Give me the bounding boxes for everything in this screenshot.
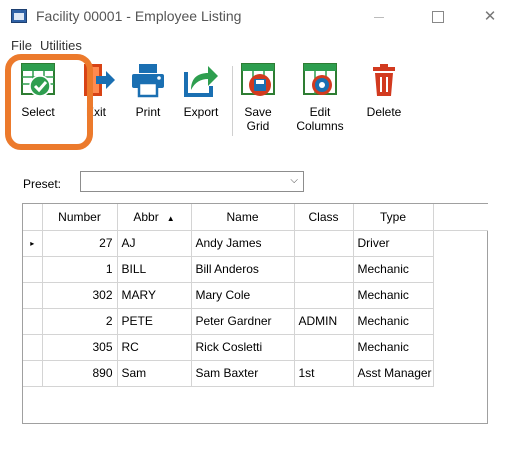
cell-abbr[interactable]: Sam — [117, 360, 192, 387]
cell-abbr[interactable]: RC — [117, 334, 192, 361]
close-button[interactable]: ✕ — [470, 4, 510, 30]
cell-number[interactable]: 305 — [42, 334, 118, 361]
chevron-down-icon: ⌵ — [290, 175, 298, 186]
cell-filler — [433, 256, 488, 282]
cell-name[interactable]: Andy James — [191, 230, 295, 257]
grid-header-row: Number Abbr ▲ Name Class Type — [23, 204, 488, 231]
cell-filler — [433, 282, 488, 308]
row-indicator — [23, 360, 43, 387]
delete-button[interactable]: Delete — [364, 62, 404, 119]
minimize-icon — [374, 16, 384, 18]
cell-number[interactable]: 1 — [42, 256, 118, 283]
cell-class[interactable] — [294, 256, 354, 283]
app-window-icon — [11, 9, 27, 23]
column-header-class[interactable]: Class — [294, 204, 354, 231]
cell-class[interactable] — [294, 282, 354, 309]
save-grid-label-line1: Save — [244, 105, 272, 119]
window-title: Facility 00001 - Employee Listing — [36, 8, 242, 24]
preset-dropdown[interactable]: ⌵ — [80, 171, 304, 192]
export-button[interactable]: Export — [180, 62, 222, 119]
cell-class[interactable]: ADMIN — [294, 308, 354, 335]
toolbar-separator — [232, 66, 233, 136]
export-arrow-icon — [184, 66, 218, 97]
table-row[interactable]: 305 RC Rick Cosletti Mechanic — [23, 334, 488, 361]
edit-columns-label: Edit Columns — [296, 105, 344, 133]
edit-columns-label-line1: Edit — [309, 105, 331, 119]
cell-number[interactable]: 2 — [42, 308, 118, 335]
row-indicator-header — [23, 204, 43, 231]
cell-number[interactable]: 27 — [42, 230, 118, 257]
column-header-name[interactable]: Name — [191, 204, 295, 231]
menu-file[interactable]: File — [11, 38, 32, 53]
column-header-filler — [433, 204, 488, 231]
cell-name[interactable]: Rick Cosletti — [191, 334, 295, 361]
cell-type[interactable]: Mechanic — [353, 308, 434, 335]
employee-grid[interactable]: Number Abbr ▲ Name Class Type ▸ 27 AJ And… — [22, 203, 488, 424]
save-grid-label-line2: Grid — [246, 119, 270, 133]
cell-abbr[interactable]: AJ — [117, 230, 192, 257]
cell-type[interactable]: Mechanic — [353, 334, 434, 361]
row-indicator — [23, 256, 43, 283]
cell-filler — [433, 360, 488, 386]
table-row[interactable]: ▸ 27 AJ Andy James Driver — [23, 230, 488, 257]
save-grid-button[interactable]: Save Grid — [238, 62, 278, 133]
maximize-button[interactable] — [418, 4, 458, 30]
cell-filler — [433, 308, 488, 334]
cell-class[interactable]: 1st — [294, 360, 354, 387]
trash-icon — [373, 64, 395, 96]
edit-columns-label-line2: Columns — [296, 119, 344, 133]
cell-abbr[interactable]: BILL — [117, 256, 192, 283]
save-grid-icon — [241, 63, 275, 96]
row-indicator — [23, 308, 43, 335]
save-grid-label: Save Grid — [238, 105, 278, 133]
edit-columns-button[interactable]: Edit Columns — [296, 62, 344, 133]
cell-filler — [433, 334, 488, 360]
column-header-type[interactable]: Type — [353, 204, 434, 231]
current-row-indicator-icon: ▸ — [23, 230, 43, 257]
print-button[interactable]: Print — [130, 62, 166, 119]
column-header-number[interactable]: Number — [42, 204, 118, 231]
table-row[interactable]: 890 Sam Sam Baxter 1st Asst Manager — [23, 360, 488, 387]
cell-name[interactable]: Mary Cole — [191, 282, 295, 309]
cell-type[interactable]: Driver — [353, 230, 434, 257]
cell-type[interactable]: Mechanic — [353, 282, 434, 309]
preset-label: Preset: — [23, 177, 62, 191]
printer-icon — [132, 64, 164, 98]
print-label: Print — [135, 105, 161, 119]
maximize-icon — [432, 11, 444, 24]
table-row[interactable]: 302 MARY Mary Cole Mechanic — [23, 282, 488, 309]
cell-type[interactable]: Mechanic — [353, 256, 434, 283]
cell-type[interactable]: Asst Manager — [353, 360, 434, 387]
edit-columns-icon — [303, 63, 337, 95]
minimize-button[interactable] — [359, 4, 399, 30]
cell-filler — [433, 230, 488, 256]
sort-ascending-icon: ▲ — [166, 213, 175, 223]
cell-name[interactable]: Bill Anderos — [191, 256, 295, 283]
cell-class[interactable] — [294, 230, 354, 257]
column-header-abbr-label: Abbr — [133, 209, 159, 224]
cell-name[interactable]: Sam Baxter — [191, 360, 295, 387]
cell-class[interactable] — [294, 334, 354, 361]
table-row[interactable]: 2 PETE Peter Gardner ADMIN Mechanic — [23, 308, 488, 335]
cell-name[interactable]: Peter Gardner — [191, 308, 295, 335]
row-indicator — [23, 334, 43, 361]
select-highlight-annotation — [5, 54, 93, 150]
export-label: Export — [183, 105, 219, 119]
menu-utilities[interactable]: Utilities — [40, 38, 82, 53]
menu-bar: File Utilities — [0, 36, 522, 54]
cell-abbr[interactable]: MARY — [117, 282, 192, 309]
row-indicator — [23, 282, 43, 309]
title-bar: Facility 00001 - Employee Listing ✕ — [0, 0, 522, 34]
cell-abbr[interactable]: PETE — [117, 308, 192, 335]
delete-label: Delete — [366, 105, 402, 119]
column-header-abbr[interactable]: Abbr ▲ — [117, 204, 192, 231]
cell-number[interactable]: 890 — [42, 360, 118, 387]
table-row[interactable]: 1 BILL Bill Anderos Mechanic — [23, 256, 488, 283]
cell-number[interactable]: 302 — [42, 282, 118, 309]
